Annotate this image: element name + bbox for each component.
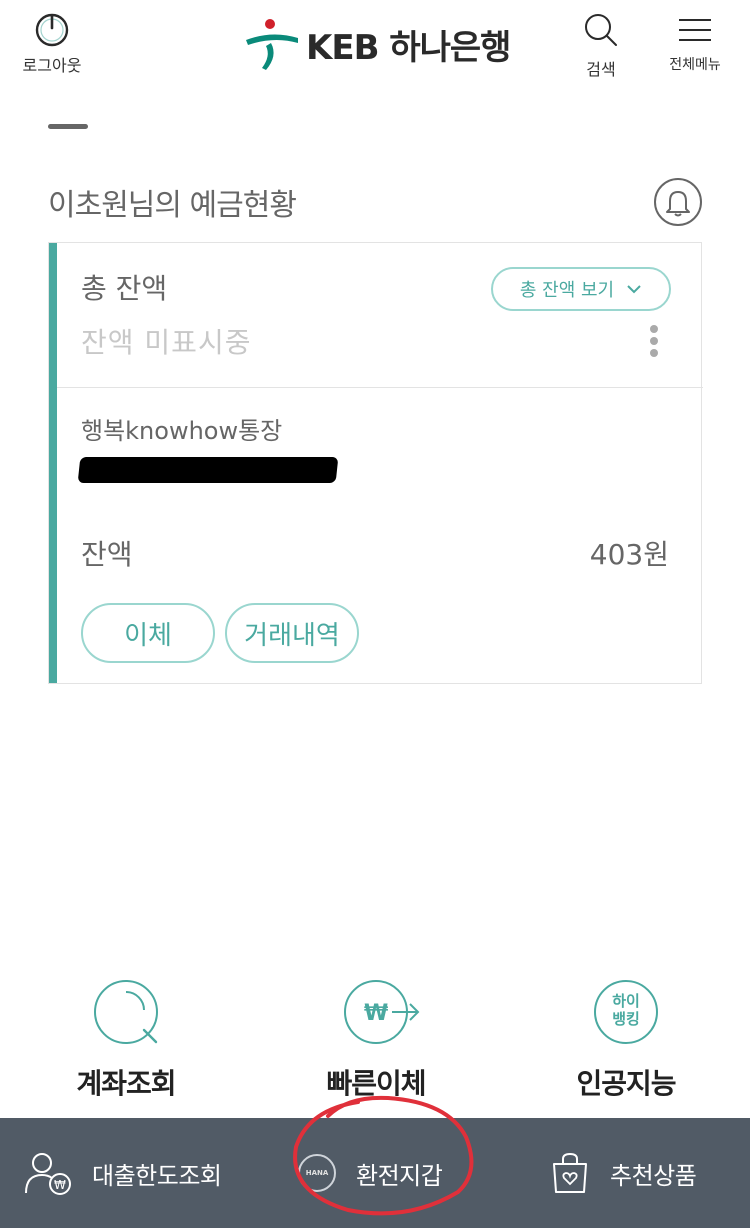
recommended-products-label: 추천상품 — [610, 1161, 697, 1190]
bank-logo[interactable]: KEB 하나은행 — [244, 14, 511, 74]
loan-limit-button[interactable]: ₩ 대출한도조회 — [24, 1118, 222, 1228]
hi-banking-badge-line1: 하이 — [612, 992, 640, 1010]
page-indicator — [48, 124, 88, 129]
more-options-icon[interactable] — [649, 325, 659, 361]
logout-label: 로그아웃 — [22, 56, 82, 75]
fx-wallet-label: 환전지갑 — [356, 1161, 443, 1190]
svg-text:₩: ₩ — [54, 1178, 66, 1192]
hi-banking-badge-line2: 뱅킹 — [612, 1010, 640, 1028]
quick-fast-transfer[interactable]: ₩ 빠른이체 — [286, 980, 466, 1102]
won-transfer-icon: ₩ — [344, 980, 420, 1044]
loan-user-icon: ₩ — [25, 1153, 71, 1195]
total-balance-status: 잔액 미표시중 — [81, 326, 252, 359]
total-balance-label: 총 잔액 — [81, 272, 168, 305]
hi-banking-icon: 하이 뱅킹 — [594, 980, 658, 1044]
quick-ai-banking[interactable]: 하이 뱅킹 인공지능 — [536, 980, 716, 1102]
ai-label: 인공지능 — [576, 1067, 676, 1100]
hamburger-menu-icon — [679, 19, 711, 41]
search-icon — [585, 14, 617, 46]
hana-coin-icon: HANA — [298, 1154, 336, 1192]
bottom-menu-bar: ₩ 대출한도조회 HANA 환전지갑 추천상품 — [0, 1118, 750, 1228]
transaction-history-button[interactable]: 거래내역 — [225, 603, 359, 663]
redacted-account-number — [77, 457, 339, 483]
account-name: 행복knowhow통장 — [81, 417, 283, 445]
balance-label: 잔액 — [81, 538, 133, 571]
chevron-down-icon — [627, 285, 641, 294]
full-menu-label: 전체메뉴 — [669, 57, 721, 73]
power-icon — [35, 13, 69, 47]
card-divider — [57, 387, 703, 388]
fx-wallet-button[interactable]: HANA 환전지갑 — [298, 1118, 443, 1228]
recommended-products-button[interactable]: 추천상품 — [550, 1118, 697, 1228]
app-header: 로그아웃 KEB 하나은행 검색 전체메뉴 — [0, 0, 750, 90]
view-total-balance-label: 총 잔액 보기 — [519, 280, 615, 301]
hana-coin-text: HANA — [305, 1169, 329, 1177]
svg-text:₩: ₩ — [364, 1001, 388, 1026]
logout-button[interactable]: 로그아웃 — [18, 10, 86, 76]
view-total-balance-button[interactable]: 총 잔액 보기 — [491, 267, 671, 311]
quick-account-inquiry[interactable]: 계좌조회 — [36, 980, 216, 1102]
hana-logo-icon — [246, 19, 298, 70]
bell-icon — [666, 191, 690, 217]
loan-limit-label: 대출한도조회 — [92, 1161, 222, 1190]
card-accent-bar — [49, 243, 57, 683]
full-menu-button[interactable]: 전체메뉴 — [664, 16, 726, 74]
search-button[interactable]: 검색 — [574, 12, 628, 80]
balance-value: 403원 — [589, 538, 669, 571]
deposit-status-title: 이초원님의 예금현황 — [48, 188, 297, 223]
deposit-card: 총 잔액 잔액 미표시중 총 잔액 보기 행복knowhow통장 잔액 403원… — [48, 242, 703, 684]
shopping-bag-icon — [553, 1152, 587, 1193]
transfer-button[interactable]: 이체 — [81, 603, 215, 663]
fast-transfer-label: 빠른이체 — [326, 1067, 426, 1100]
account-inquiry-icon — [94, 980, 158, 1044]
logo-text: KEB 하나은행 — [306, 27, 511, 68]
account-inquiry-label: 계좌조회 — [76, 1067, 176, 1100]
search-label: 검색 — [586, 60, 616, 79]
notification-button[interactable] — [654, 178, 702, 226]
